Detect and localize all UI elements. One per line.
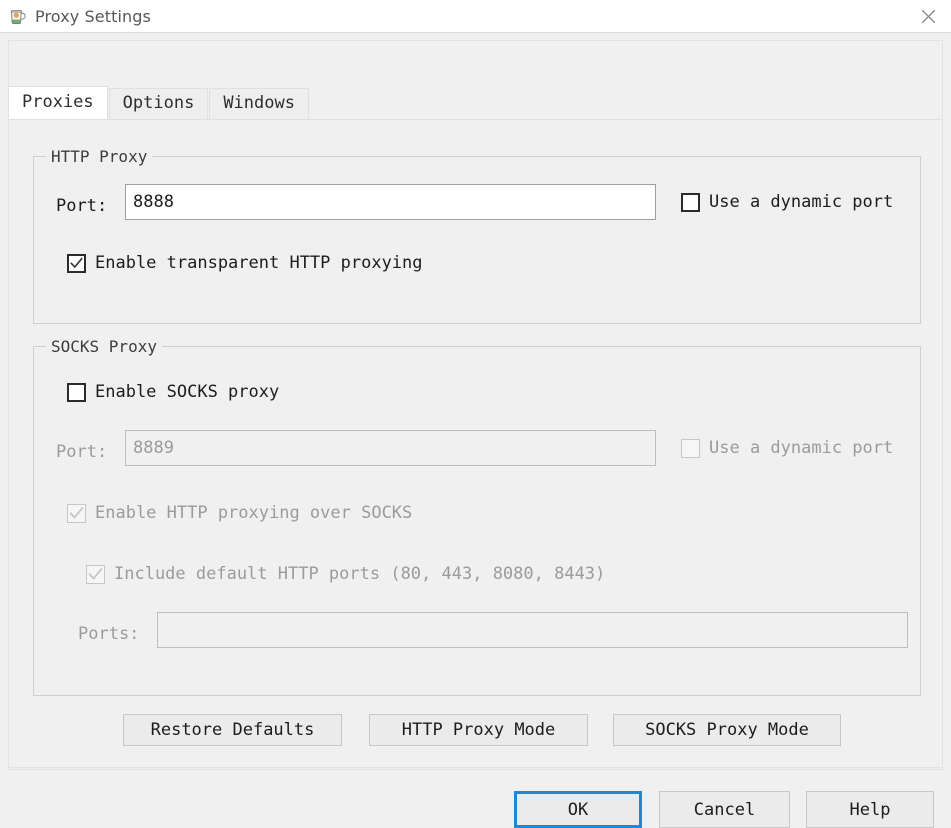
http-transparent-proxying-checkbox[interactable]: Enable transparent HTTP proxying — [67, 253, 423, 273]
checkbox-box — [86, 564, 105, 584]
proxies-tab-pane: HTTP Proxy Port: 8888 Use a dynamic port… — [8, 119, 943, 768]
socks-port-input[interactable]: 8889 — [125, 430, 656, 466]
tab-windows[interactable]: Windows — [209, 88, 309, 119]
proxy-settings-dialog: Proxies Options Windows HTTP Proxy Port:… — [0, 32, 951, 828]
checkbox-box — [681, 438, 700, 458]
socks-enable-label: Enable SOCKS proxy — [95, 382, 280, 402]
socks-enable-checkbox[interactable]: Enable SOCKS proxy — [67, 382, 279, 402]
tab-proxies-label: Proxies — [22, 92, 94, 112]
checkbox-box — [67, 382, 86, 402]
window-titlebar: Proxy Settings — [0, 0, 951, 32]
http-proxy-group: HTTP Proxy Port: 8888 Use a dynamic port… — [33, 147, 921, 324]
check-icon — [88, 567, 103, 580]
close-icon[interactable] — [905, 0, 951, 32]
tab-options[interactable]: Options — [108, 88, 209, 119]
socks-proxy-mode-button[interactable]: SOCKS Proxy Mode — [613, 714, 841, 746]
http-proxy-mode-button[interactable]: HTTP Proxy Mode — [369, 714, 588, 746]
socks-http-over-socks-checkbox[interactable]: Enable HTTP proxying over SOCKS — [67, 503, 412, 523]
window-title: Proxy Settings — [35, 6, 151, 26]
help-button[interactable]: Help — [806, 791, 934, 828]
checkbox-box — [681, 192, 700, 212]
socks-proxy-group: SOCKS Proxy Enable SOCKS proxy Port: 888… — [33, 337, 921, 696]
dialog-button-bar: OK Cancel Help — [0, 778, 951, 828]
socks-ports-input[interactable] — [157, 612, 908, 648]
socks-include-default-ports-checkbox[interactable]: Include default HTTP ports (80, 443, 808… — [86, 564, 605, 584]
http-dynamic-port-label: Use a dynamic port — [709, 192, 894, 212]
ok-button[interactable]: OK — [514, 791, 642, 828]
checkbox-box — [67, 503, 86, 523]
socks-ports-label: Ports: — [78, 624, 140, 644]
tab-windows-label: Windows — [223, 93, 295, 113]
socks-port-label: Port: — [56, 442, 108, 462]
burp-jug-icon — [10, 10, 26, 25]
tabstrip: Proxies Options Windows — [8, 86, 310, 119]
check-icon — [70, 257, 83, 268]
socks-include-default-ports-label: Include default HTTP ports (80, 443, 808… — [114, 564, 606, 584]
socks-dynamic-port-checkbox[interactable]: Use a dynamic port — [681, 438, 893, 458]
checkbox-box — [67, 253, 86, 273]
http-dynamic-port-checkbox[interactable]: Use a dynamic port — [681, 192, 893, 212]
check-icon — [69, 506, 84, 519]
http-port-label: Port: — [56, 196, 108, 216]
socks-proxy-group-title: SOCKS Proxy — [46, 337, 162, 356]
http-port-input[interactable]: 8888 — [125, 184, 656, 220]
tab-options-label: Options — [122, 93, 195, 113]
socks-dynamic-port-label: Use a dynamic port — [709, 438, 894, 458]
cancel-button[interactable]: Cancel — [659, 791, 790, 828]
tab-proxies[interactable]: Proxies — [8, 86, 108, 119]
http-transparent-proxying-label: Enable transparent HTTP proxying — [95, 253, 423, 273]
http-proxy-group-title: HTTP Proxy — [46, 147, 153, 166]
socks-http-over-socks-label: Enable HTTP proxying over SOCKS — [95, 503, 413, 523]
restore-defaults-button[interactable]: Restore Defaults — [123, 714, 342, 746]
